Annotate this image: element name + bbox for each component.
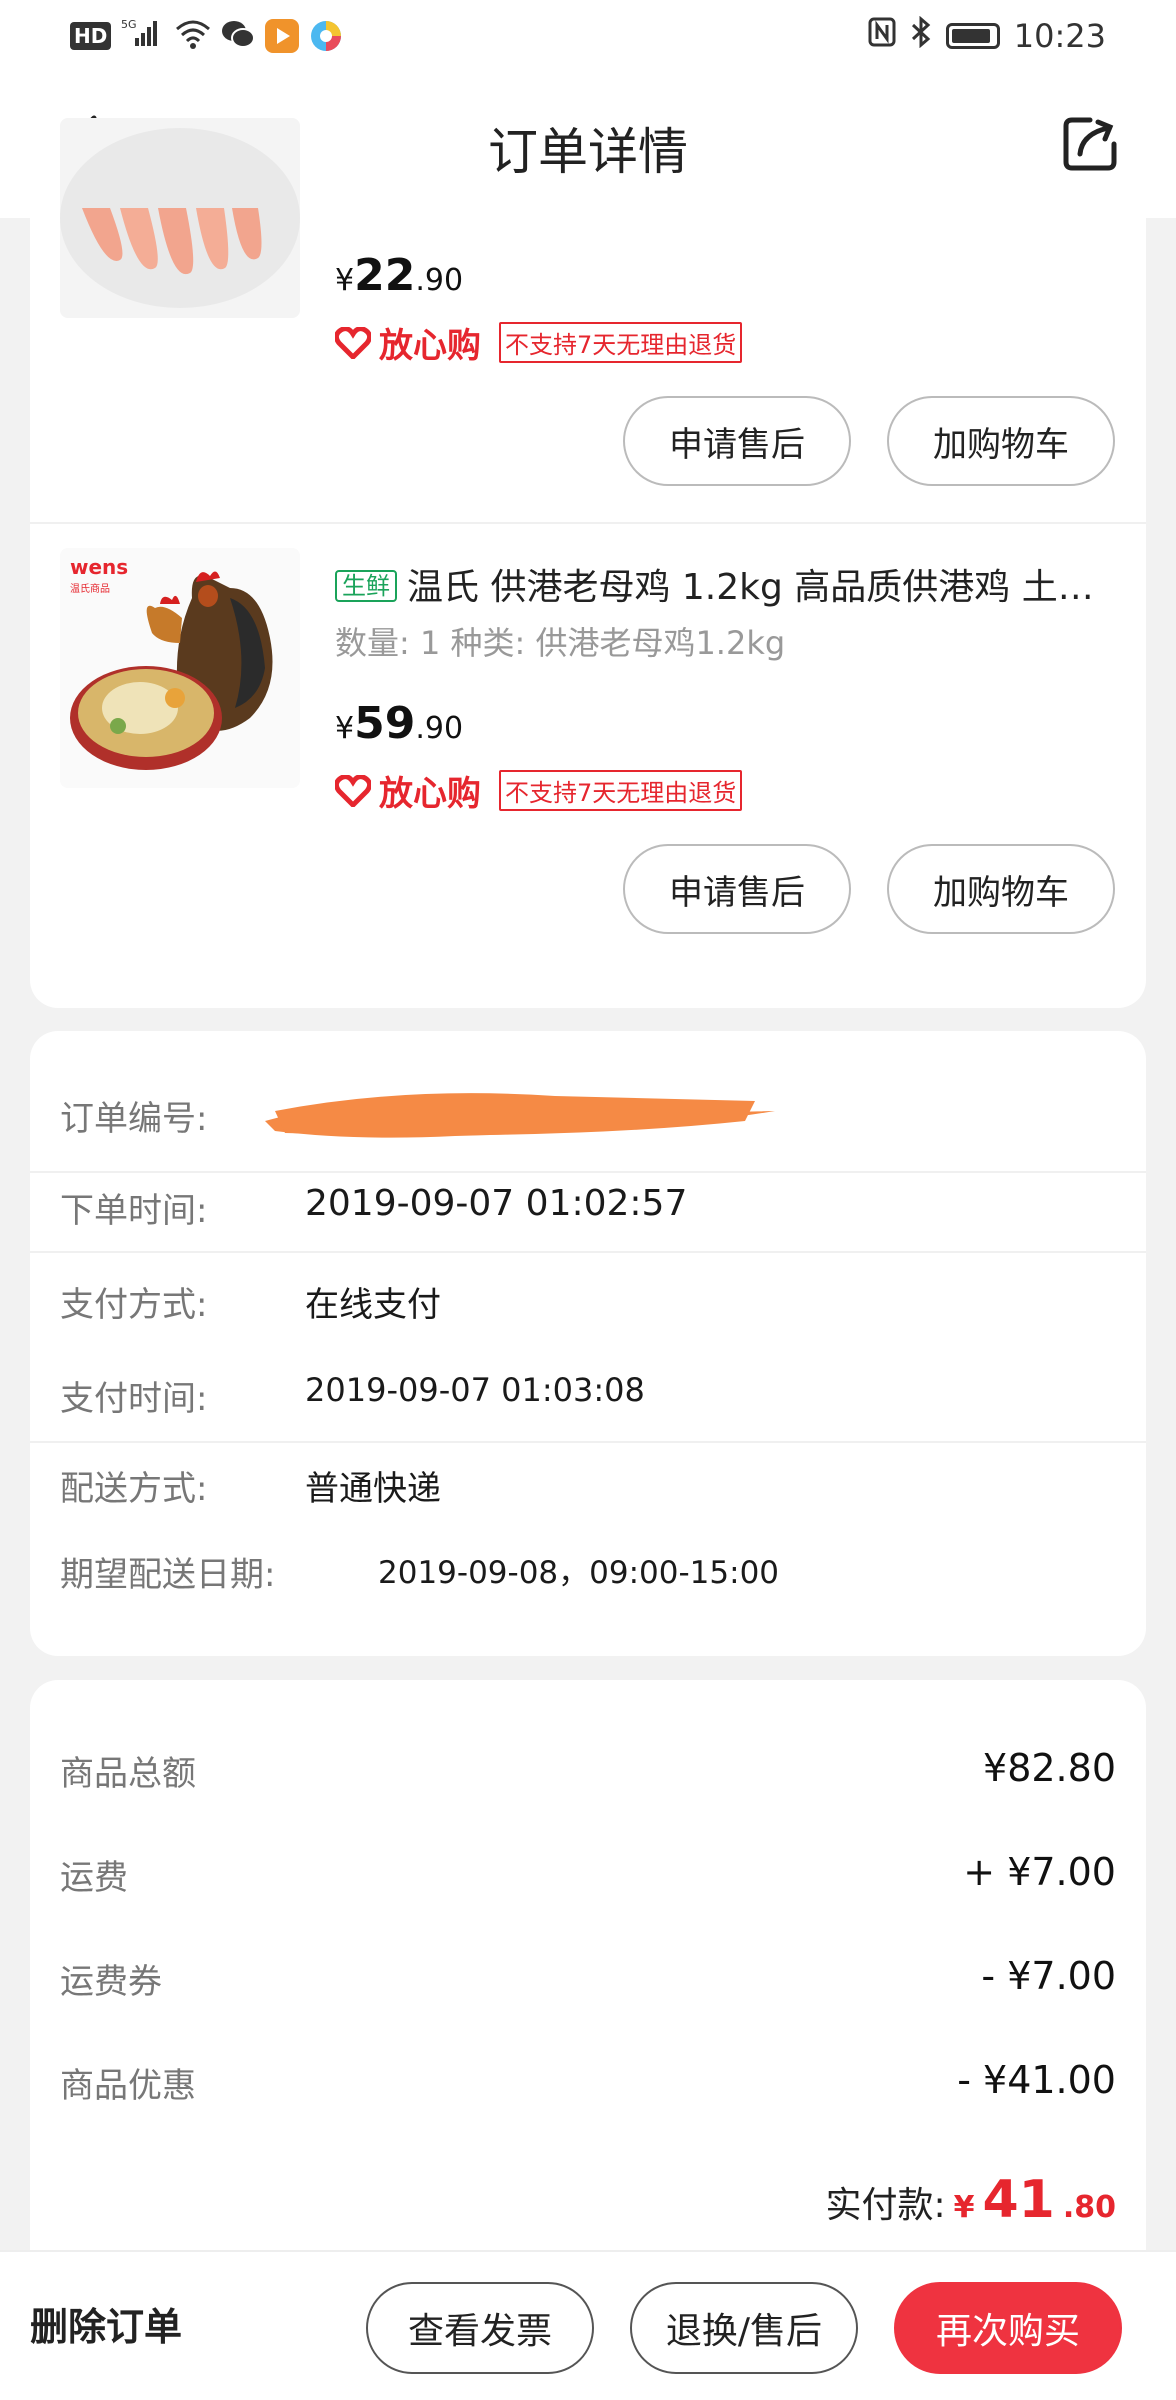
add-to-cart-button[interactable]: 加购物车 — [887, 396, 1115, 486]
fresh-tag: 生鲜 — [335, 570, 397, 602]
video-app-icon — [265, 19, 300, 53]
hd-icon: HD — [70, 22, 112, 50]
divider — [30, 1171, 1146, 1173]
view-invoice-button[interactable]: 查看发票 — [366, 2282, 594, 2374]
divider — [30, 1441, 1146, 1443]
assurance-badge: 放心购 不支持7天无理由退货 — [335, 318, 743, 367]
status-bar: HD 5G 10:23 — [0, 0, 1176, 72]
order-info-card: 订单编号: 下单时间: 2019-09-07 01:02:57 支付方式: 在线… — [30, 1031, 1146, 1656]
product-image[interactable] — [60, 118, 300, 318]
product-image[interactable]: wens 温氏商品 — [60, 548, 300, 788]
order-no-label: 订单编号: — [60, 1099, 208, 1139]
paid-amount: 实付款: ¥41.80 — [825, 2170, 1116, 2230]
product-price: ¥22.90 — [335, 250, 464, 301]
shipping-coupon-row: 运费券 - ¥7.00 — [60, 1954, 1116, 2002]
add-to-cart-button[interactable]: 加购物车 — [887, 844, 1115, 934]
share-icon — [1063, 117, 1117, 171]
svg-text:温氏商品: 温氏商品 — [70, 582, 110, 595]
order-time-value: 2019-09-07 01:02:57 — [305, 1183, 688, 1224]
after-sale-button[interactable]: 申请售后 — [623, 396, 851, 486]
discount-row: 商品优惠 - ¥41.00 — [60, 2058, 1116, 2106]
heart-icon — [335, 326, 371, 359]
status-right: 10:23 — [868, 15, 1106, 56]
divider — [30, 522, 1146, 524]
nfc-icon — [868, 17, 896, 55]
delete-order-button[interactable]: 删除订单 — [30, 2296, 182, 2351]
return-after-sale-button[interactable]: 退换/售后 — [630, 2282, 858, 2374]
product-name[interactable]: 生鲜温氏 供港老母鸡 1.2kg 高品质供港鸡 土鸡 走地鸡 — [335, 558, 1125, 610]
product-spec: 数量: 1 种类: 供港老母鸡1.2kg — [335, 624, 786, 662]
browser-app-icon — [309, 19, 343, 53]
battery-icon — [945, 23, 1000, 49]
no-return-tag: 不支持7天无理由退货 — [499, 770, 743, 811]
price-summary-card: 商品总额 ¥82.80 运费 + ¥7.00 运费券 - ¥7.00 商品优惠 … — [30, 1680, 1146, 2280]
status-left: HD 5G — [70, 18, 343, 54]
no-return-tag: 不支持7天无理由退货 — [499, 322, 743, 363]
buy-again-button[interactable]: 再次购买 — [894, 2282, 1122, 2374]
share-button[interactable] — [1060, 114, 1120, 174]
goods-total-value: ¥82.80 — [983, 1746, 1116, 1790]
wechat-icon — [221, 19, 256, 53]
assurance-badge: 放心购 不支持7天无理由退货 — [335, 766, 743, 815]
svg-text:wens: wens — [70, 555, 128, 579]
clock: 10:23 — [1013, 17, 1106, 55]
divider — [30, 1251, 1146, 1253]
after-sale-button[interactable]: 申请售后 — [623, 844, 851, 934]
bluetooth-icon — [910, 15, 932, 56]
bottom-action-bar: 删除订单 查看发票 退换/售后 再次购买 — [0, 2250, 1176, 2400]
signal-icon: 5G — [121, 18, 165, 54]
product-price: ¥59.90 — [335, 698, 464, 749]
svg-text:5G: 5G — [121, 18, 137, 31]
heart-icon — [335, 774, 371, 807]
products-card: ¥22.90 放心购 不支持7天无理由退货 申请售后 加购物车 wens 温氏商… — [30, 118, 1146, 1008]
redaction-scribble — [265, 1093, 775, 1138]
shipping-row: 运费 + ¥7.00 — [60, 1850, 1116, 1898]
goods-total-row: 商品总额 ¥82.80 — [60, 1746, 1116, 1794]
wifi-icon — [175, 19, 211, 53]
